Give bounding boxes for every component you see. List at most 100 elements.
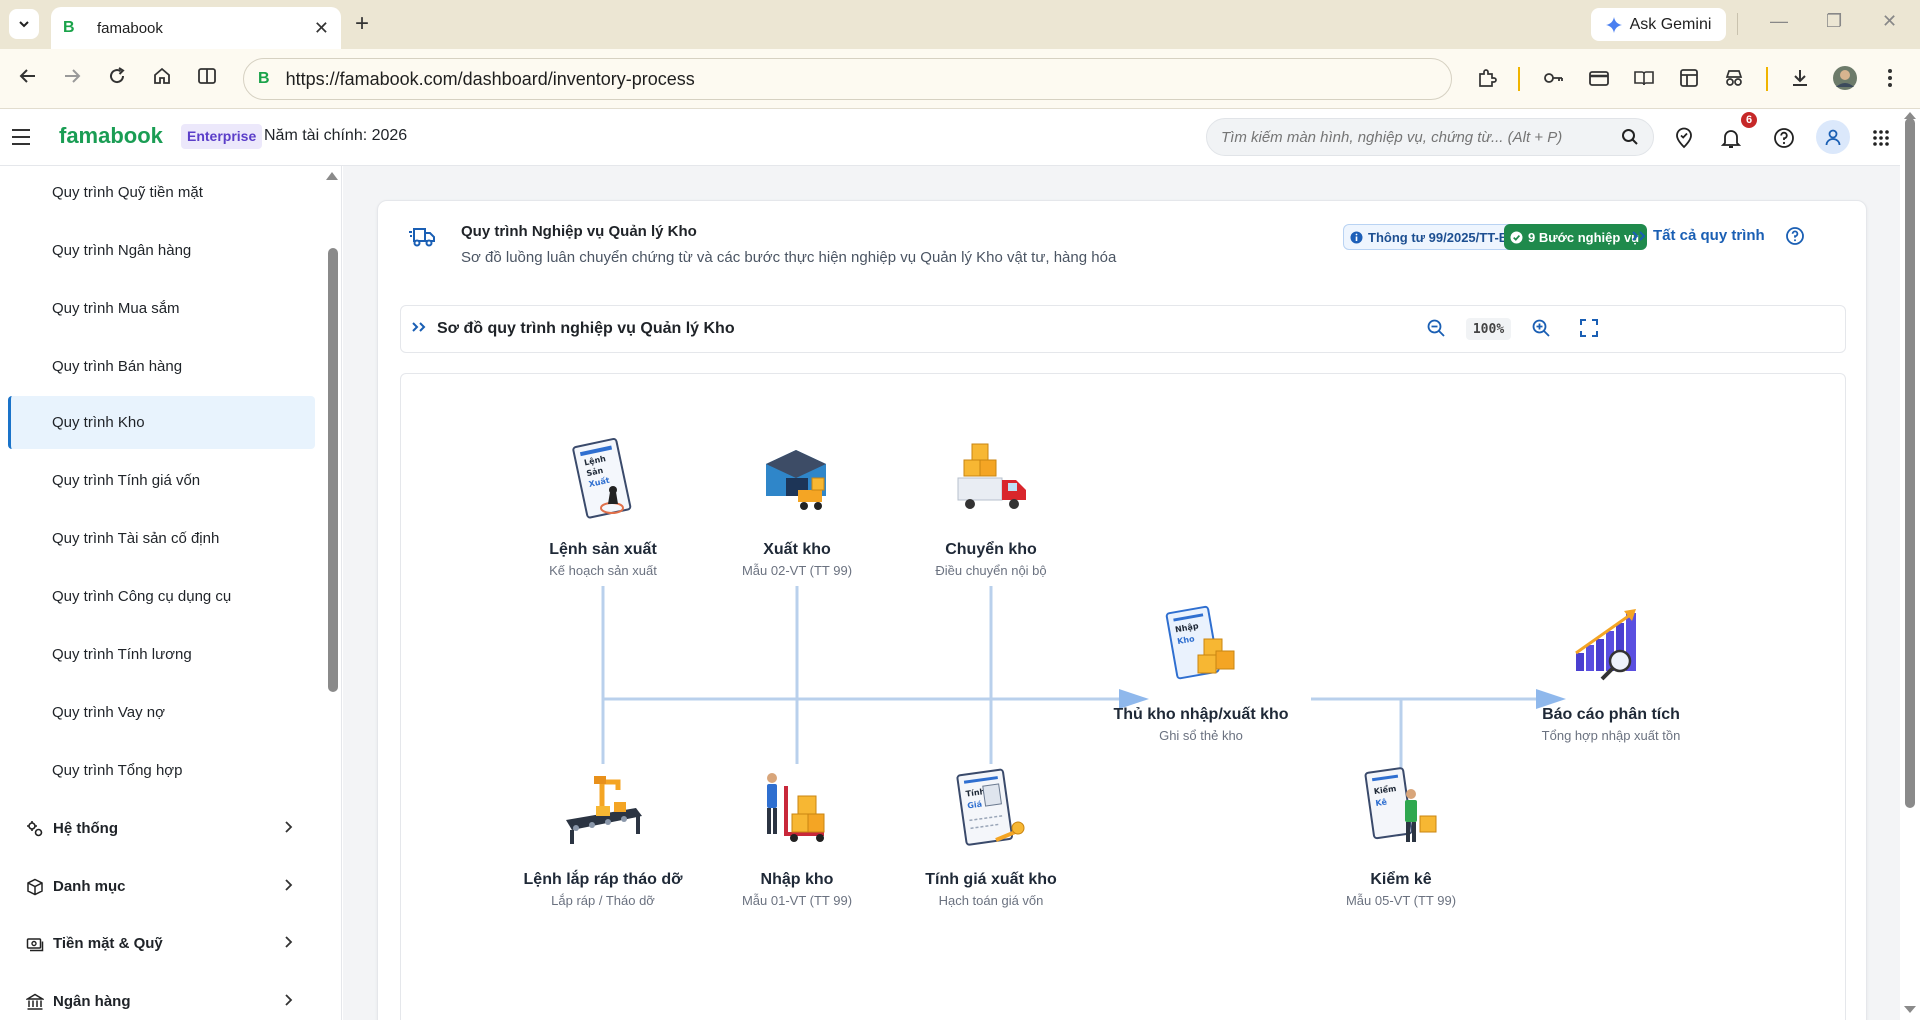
payment-card-icon[interactable] <box>1586 65 1612 91</box>
node-transfer[interactable]: Chuyển kho Điều chuyển nội bộ <box>901 434 1081 578</box>
sidebar-scrollbar[interactable] <box>328 248 338 692</box>
password-key-icon[interactable] <box>1540 65 1566 91</box>
chevron-right-icon <box>285 994 293 1006</box>
sidebar-item-purchase-process[interactable]: Quy trình Mua sắm <box>8 282 315 335</box>
node-subtitle: Ghi sổ thẻ kho <box>1159 728 1243 743</box>
chevron-down-icon <box>19 21 29 28</box>
node-subtitle: Lắp ráp / Tháo dỡ <box>551 893 655 908</box>
sidebar-item-label: Quy trình Ngân hàng <box>52 242 192 259</box>
url-text: https://famabook.com/dashboard/inventory… <box>285 68 695 89</box>
info-icon <box>1350 231 1363 243</box>
sidebar-group-catalog[interactable]: Danh mục <box>8 860 315 913</box>
split-view-icon[interactable] <box>197 66 217 92</box>
location-pin-icon[interactable] <box>1671 125 1697 151</box>
node-stocktake[interactable]: Kiểm Kê Kiểm kê Mẫu 05-VT (TT 99) <box>1311 764 1491 908</box>
page-scrollbar[interactable] <box>1905 118 1915 808</box>
sidebar-item-fixed-asset-process[interactable]: Quy trình Tài sản cố định <box>8 512 315 565</box>
incognito-icon[interactable] <box>1721 65 1747 91</box>
download-icon[interactable] <box>1787 65 1813 91</box>
restore-icon[interactable]: ❐ <box>1826 11 1842 32</box>
tab-search-button[interactable] <box>9 9 39 39</box>
node-production-order[interactable]: Lệnh Sản Xuất Lệnh sản xuất Kế hoạch sản… <box>513 434 693 578</box>
ask-gemini-button[interactable]: Ask Gemini <box>1591 8 1726 41</box>
node-title: Nhập kho <box>760 871 834 888</box>
chevron-right-icon <box>285 821 293 833</box>
sidebar-item-sales-process[interactable]: Quy trình Bán hàng <box>8 340 315 393</box>
node-title: Xuất kho <box>763 541 831 558</box>
double-chevron-right-icon <box>1632 230 1646 241</box>
plan-badge: Enterprise <box>181 124 263 149</box>
reload-icon[interactable] <box>107 66 127 92</box>
close-window-icon[interactable]: ✕ <box>1882 11 1897 32</box>
fullscreen-icon[interactable] <box>1579 318 1599 343</box>
node-title: Tính giá xuất kho <box>925 871 1057 888</box>
gears-icon <box>25 819 45 839</box>
steps-badge: 9 Bước nghiệp vụ <box>1504 224 1648 250</box>
help-circle-icon[interactable] <box>1785 226 1805 251</box>
stocktake-icon: Kiểm Kê <box>1364 767 1437 842</box>
global-search[interactable] <box>1206 118 1654 156</box>
sidebar-item-tools-process[interactable]: Quy trình Công cụ dụng cụ <box>8 570 315 623</box>
extensions-icon[interactable] <box>1474 65 1500 91</box>
node-title: Báo cáo phân tích <box>1542 706 1680 723</box>
sidebar-item-costing-process[interactable]: Quy trình Tính giá vốn <box>8 454 315 507</box>
sidebar-item-general-process[interactable]: Quy trình Tổng hợp <box>8 744 315 797</box>
new-tab-button[interactable]: + <box>355 12 369 36</box>
sidebar-item-cash-process[interactable]: Quy trình Quỹ tiền mặt <box>8 166 315 219</box>
node-warehouse-out[interactable]: Xuất kho Mẫu 02-VT (TT 99) <box>707 434 887 578</box>
process-card: Quy trình Nghiệp vụ Quản lý Kho Sơ đồ lu… <box>377 200 1867 1020</box>
search-input[interactable] <box>1221 128 1621 146</box>
home-icon[interactable] <box>152 66 172 92</box>
hamburger-menu-icon[interactable] <box>11 128 31 151</box>
reading-mode-icon[interactable] <box>1631 65 1657 91</box>
page-scroll-down[interactable] <box>1904 1006 1916 1013</box>
sidebar-group-bank[interactable]: Ngân hàng <box>8 975 315 1020</box>
browser-toolbar: B https://famabook.com/dashboard/invento… <box>0 49 1920 109</box>
sidebar-item-label: Quy trình Quỹ tiền mặt <box>52 184 203 201</box>
sidebar-group-system[interactable]: Hệ thống <box>8 802 315 855</box>
apps-grid-icon[interactable] <box>1868 125 1894 151</box>
diagram-title: Sơ đồ quy trình nghiệp vụ Quản lý Kho <box>437 320 735 337</box>
sidebar-item-bank-process[interactable]: Quy trình Ngân hàng <box>8 224 315 277</box>
node-warehouse-in[interactable]: Nhập kho Mẫu 01-VT (TT 99) <box>707 764 887 908</box>
browser-tab[interactable]: B famabook ✕ <box>51 7 341 49</box>
sidebar-scroll-up[interactable] <box>326 172 338 180</box>
warehouse-out-icon <box>766 450 826 510</box>
sidebar-item-inventory-process[interactable]: Quy trình Kho <box>8 396 315 449</box>
ask-gemini-label: Ask Gemini <box>1629 15 1712 33</box>
cube-icon <box>25 877 45 897</box>
profile-avatar-icon[interactable] <box>1832 65 1858 91</box>
node-stock-card[interactable]: Nhập Kho Thủ kho nhập/xuất kho Ghi sổ th… <box>1111 599 1291 743</box>
diagram-toolbar: Sơ đồ quy trình nghiệp vụ Quản lý Kho 10… <box>400 305 1846 353</box>
minimize-icon[interactable]: — <box>1770 11 1788 32</box>
all-processes-label: Tất cả quy trình <box>1653 227 1765 244</box>
all-processes-link[interactable]: Tất cả quy trình <box>1631 227 1765 244</box>
node-title: Kiểm kê <box>1370 871 1432 888</box>
check-circle-icon <box>1510 231 1523 243</box>
close-tab-icon[interactable]: ✕ <box>314 18 329 39</box>
node-costing[interactable]: Tính Giá Tính giá xuất kho Hạch toán giá… <box>901 764 1081 908</box>
zoom-in-icon[interactable] <box>1531 318 1551 343</box>
sidebar-group-cash[interactable]: Tiền mặt & Quỹ <box>8 917 315 970</box>
forward-icon[interactable] <box>62 66 82 92</box>
sidebar-item-payroll-process[interactable]: Quy trình Tính lương <box>8 628 315 681</box>
node-assembly-order[interactable]: Lệnh lắp ráp tháo dỡ Lắp ráp / Tháo dỡ <box>513 764 693 908</box>
help-icon[interactable] <box>1771 125 1797 151</box>
node-analysis-report[interactable]: Báo cáo phân tích Tổng hợp nhập xuất tồn <box>1521 599 1701 743</box>
node-subtitle: Kế hoạch sản xuất <box>549 563 657 578</box>
sidebar-item-loan-process[interactable]: Quy trình Vay nợ <box>8 686 315 739</box>
table-icon[interactable] <box>1676 65 1702 91</box>
double-chevron-right-icon <box>411 320 427 338</box>
app-logo[interactable]: famabook <box>59 123 163 149</box>
user-account-button[interactable] <box>1816 120 1850 154</box>
notification-bell-icon[interactable] <box>1718 125 1744 151</box>
sidebar-item-label: Quy trình Vay nợ <box>52 704 165 721</box>
address-bar[interactable]: B https://famabook.com/dashboard/invento… <box>243 58 1452 100</box>
fiscal-year[interactable]: Năm tài chính: 2026 <box>264 127 407 145</box>
zoom-out-icon[interactable] <box>1426 318 1446 343</box>
search-icon[interactable] <box>1621 128 1639 146</box>
back-icon[interactable] <box>18 66 38 92</box>
chevron-right-icon <box>285 936 293 948</box>
chrome-menu-icon[interactable] <box>1877 65 1903 91</box>
sidebar-item-label: Quy trình Tổng hợp <box>52 762 183 779</box>
